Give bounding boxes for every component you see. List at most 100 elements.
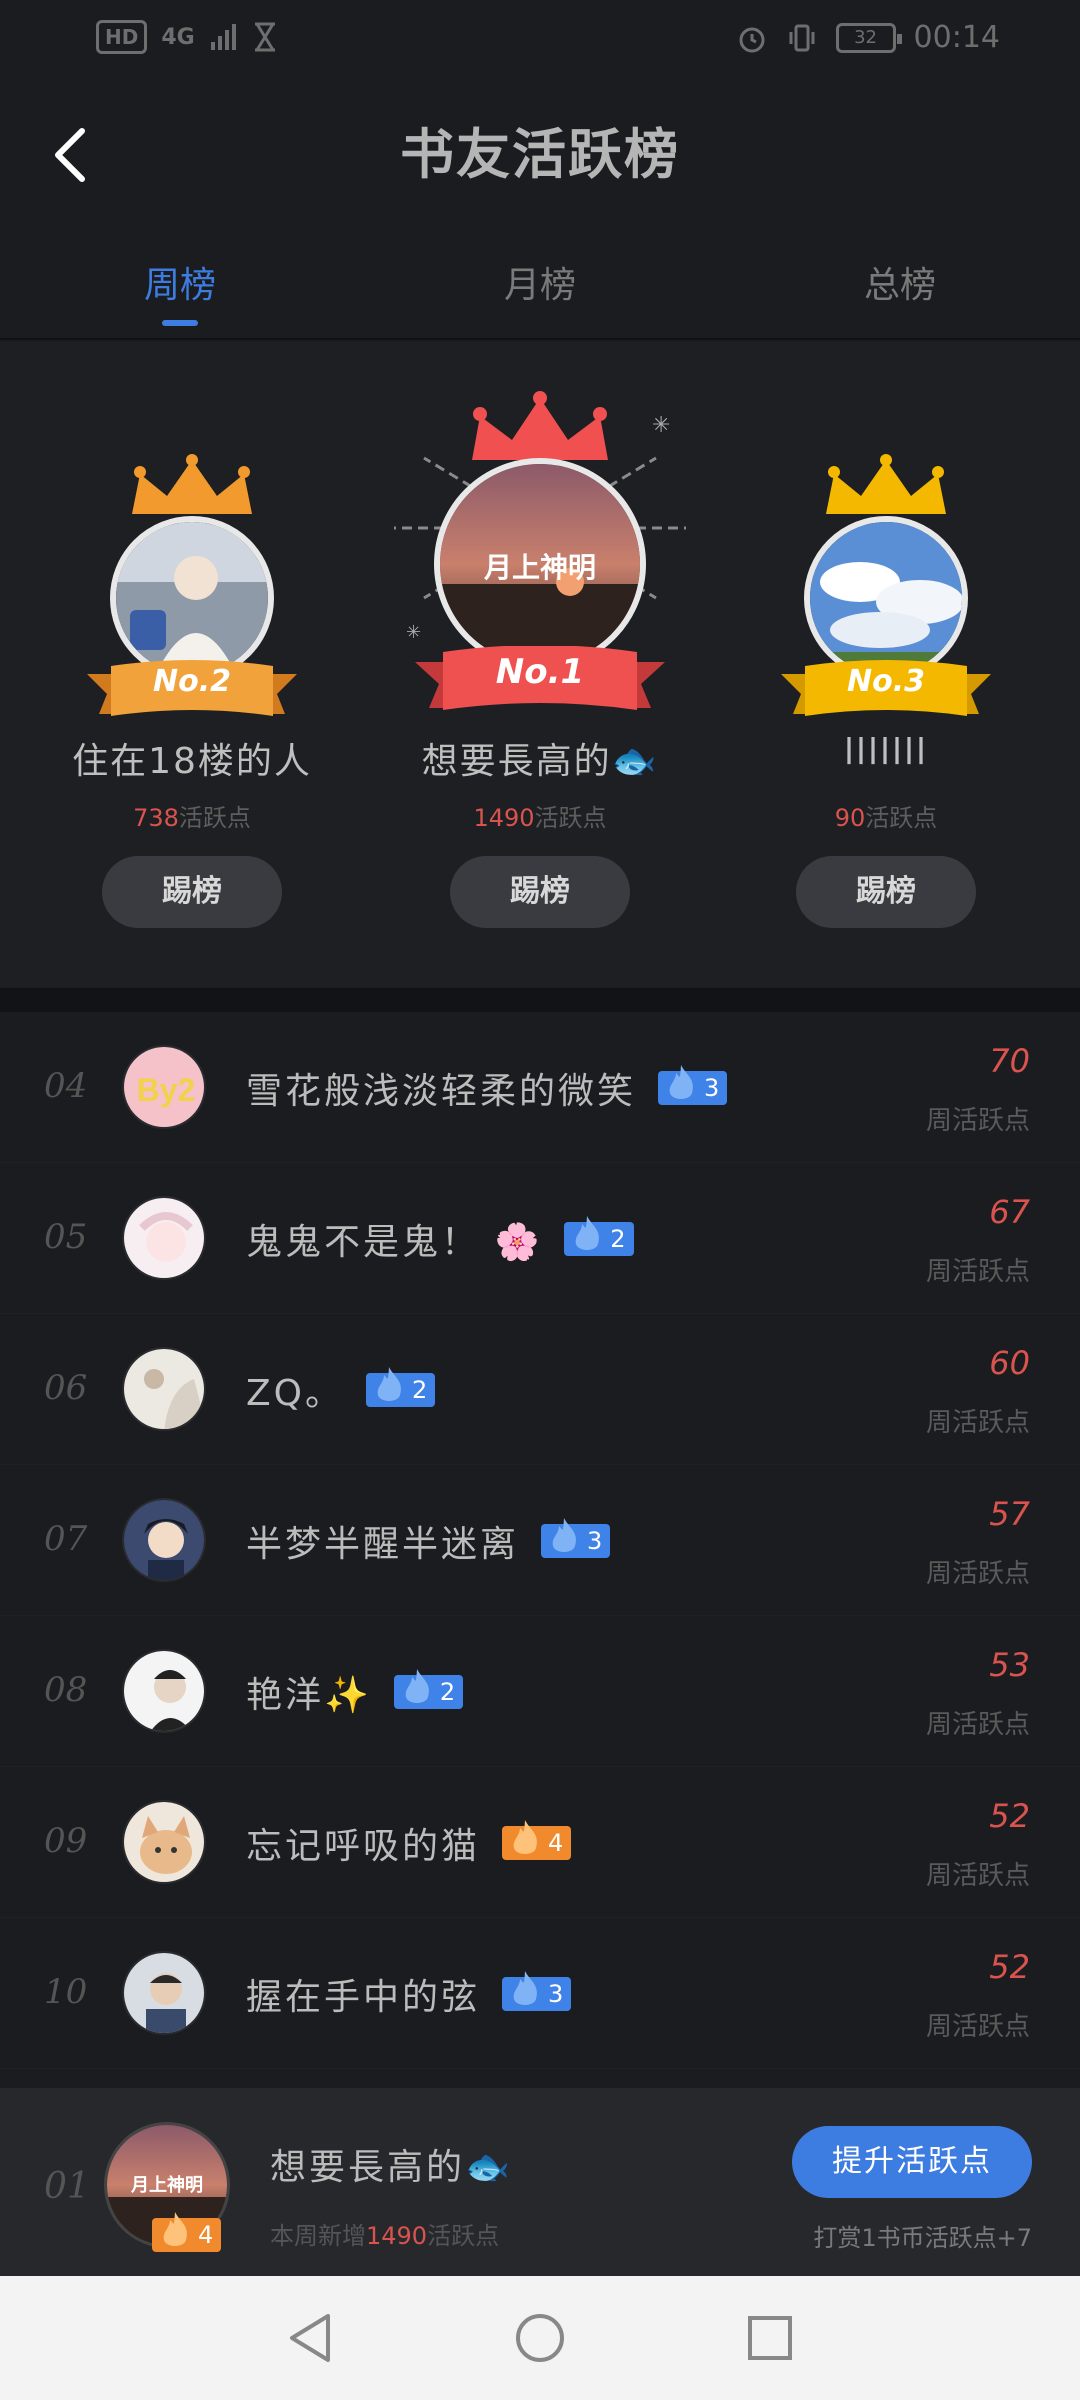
my-rank-bar: 01 月上神明 4 想要長高的🐟 本周新增1490活跃点 提升活跃点 打赏1书币…	[0, 2088, 1080, 2276]
rank-list: 04 By2 雪花般浅淡轻柔的微笑 3 70 周活跃点 05 鬼鬼不是鬼！ 🌸 …	[0, 1012, 1080, 2069]
nav-recents-button[interactable]	[734, 2302, 806, 2374]
badge-level: 3	[704, 1074, 720, 1102]
kick-button[interactable]: 踢榜	[450, 856, 630, 928]
podium: No.2 住在18楼的人 738活跃点 踢榜 ✳ ✳ 月上神明 No.1 想要長…	[0, 342, 1080, 987]
avatar[interactable]	[122, 1951, 206, 2035]
list-item[interactable]: 06 ZQ。 2 60 周活跃点	[0, 1314, 1080, 1465]
kick-button[interactable]: 踢榜	[796, 856, 976, 928]
score-value: 57	[989, 1495, 1030, 1533]
flame-icon	[163, 2212, 187, 2246]
level-badge: 3	[658, 1065, 728, 1105]
hd-badge: HD	[96, 20, 148, 54]
list-item[interactable]: 05 鬼鬼不是鬼！ 🌸 2 67 周活跃点	[0, 1163, 1080, 1314]
avatar-text: By2	[137, 1072, 196, 1108]
score-label: 周活跃点	[925, 1861, 1030, 1891]
flame-icon	[513, 1820, 537, 1854]
points-suffix: 活跃点	[178, 804, 251, 832]
vibrate-icon	[789, 24, 815, 51]
battery-icon: 32	[835, 22, 902, 53]
score-label: 周活跃点	[925, 1408, 1030, 1438]
score-value: 53	[989, 1646, 1030, 1684]
tab-weekly[interactable]: 周榜	[0, 230, 360, 338]
tab-label: 总榜	[863, 265, 936, 306]
tab-total[interactable]: 总榜	[720, 230, 1080, 338]
system-nav-bar	[0, 2276, 1080, 2400]
flame-icon	[669, 1065, 693, 1099]
tab-label: 周榜	[143, 265, 216, 306]
avatar[interactable]	[804, 516, 968, 680]
level-badge: 3	[541, 1518, 611, 1558]
badge-level: 4	[548, 1829, 564, 1857]
podium-points: 738活跃点	[12, 798, 372, 833]
flame-icon	[405, 1669, 429, 1703]
score-value: 52	[989, 1797, 1030, 1835]
kick-button[interactable]: 踢榜	[102, 856, 282, 928]
podium-name: lllllll	[843, 732, 928, 773]
tab-bar: 周榜 月榜 总榜	[0, 230, 1080, 340]
avatar[interactable]: By2	[122, 1045, 206, 1129]
points-value: 90	[834, 804, 866, 832]
list-item[interactable]: 08 艳洋✨ 2 53 周活跃点	[0, 1616, 1080, 1767]
user-name: 鬼鬼不是鬼！ 🌸	[246, 1222, 543, 1263]
list-item[interactable]: 07 半梦半醒半迷离 3 57 周活跃点	[0, 1465, 1080, 1616]
row-main: 握在手中的弦 3	[246, 1968, 572, 2020]
score-value: 70	[989, 1042, 1030, 1080]
week-suffix: 活跃点	[427, 2222, 500, 2250]
list-item[interactable]: 04 By2 雪花般浅淡轻柔的微笑 3 70 周活跃点	[0, 1012, 1080, 1163]
flame-icon	[575, 1216, 600, 1250]
badge-level: 3	[548, 1980, 564, 2008]
flame-icon	[377, 1367, 401, 1401]
row-main: 鬼鬼不是鬼！ 🌸 2	[246, 1213, 634, 1265]
nav-home-button[interactable]	[504, 2302, 576, 2374]
avatar[interactable]	[122, 1196, 206, 1280]
podium-second: No.2 住在18楼的人 738活跃点 踢榜	[12, 342, 372, 987]
rank-number: 07	[44, 1519, 88, 1559]
alarm-icon	[739, 27, 765, 52]
score-value: 60	[989, 1344, 1030, 1382]
rank-number: 08	[44, 1670, 88, 1710]
score-label: 周活跃点	[925, 1106, 1030, 1136]
row-main: ZQ。 2	[246, 1364, 436, 1416]
header: 书友活跃榜	[0, 80, 1080, 230]
boost-activity-button[interactable]: 提升活跃点	[792, 2126, 1032, 2198]
tab-monthly[interactable]: 月榜	[360, 230, 720, 338]
tab-indicator	[162, 320, 198, 326]
avatar[interactable]	[110, 516, 274, 680]
rank-number: 04	[44, 1066, 88, 1106]
circle-home-icon	[516, 2314, 564, 2362]
avatar-image	[124, 1500, 204, 1580]
avatar-image	[124, 1349, 204, 1429]
rank-number: 09	[44, 1821, 88, 1861]
avatar[interactable]	[122, 1649, 206, 1733]
score-value: 52	[989, 1948, 1030, 1986]
avatar[interactable]	[122, 1800, 206, 1884]
crown-icon	[826, 454, 946, 514]
badge-level: 4	[198, 2221, 214, 2249]
row-main: 艳洋✨ 2	[246, 1666, 464, 1718]
list-item[interactable]: 10 握在手中的弦 3 52 周活跃点	[0, 1918, 1080, 2069]
score-value: 67	[989, 1193, 1030, 1231]
podium-third: No.3 lllllll 90活跃点 踢榜	[706, 342, 1066, 987]
signal-icon: 4G	[161, 24, 195, 50]
reward-tip: 打赏1书币活跃点+7	[813, 2224, 1032, 2252]
rank-label: No.1	[495, 652, 585, 692]
level-badge: 2	[366, 1367, 436, 1407]
svg-text:✳: ✳	[406, 622, 421, 638]
week-prefix: 本周新增	[270, 2222, 366, 2250]
avatar-image	[116, 522, 268, 674]
avatar-caption: 月上神明	[130, 2174, 203, 2196]
battery-level: 32	[854, 26, 877, 48]
podium-name: 想要長高的🐟	[421, 741, 659, 782]
podium-first: ✳ ✳ 月上神明 No.1 想要長高的🐟 1490活跃点 踢榜	[360, 342, 720, 987]
page-title: 书友活跃榜	[400, 122, 680, 186]
user-name: 半梦半醒半迷离	[246, 1524, 520, 1565]
avatar[interactable]	[122, 1498, 206, 1582]
nav-back-button[interactable]	[274, 2302, 346, 2374]
list-item[interactable]: 09 忘记呼吸的猫 4 52 周活跃点	[0, 1767, 1080, 1918]
avatar[interactable]	[122, 1347, 206, 1431]
rank-number: 05	[44, 1217, 88, 1257]
score-label: 周活跃点	[925, 1710, 1030, 1740]
badge-level: 2	[610, 1225, 626, 1253]
signal-bars-icon	[210, 24, 236, 50]
badge-level: 3	[587, 1527, 603, 1555]
